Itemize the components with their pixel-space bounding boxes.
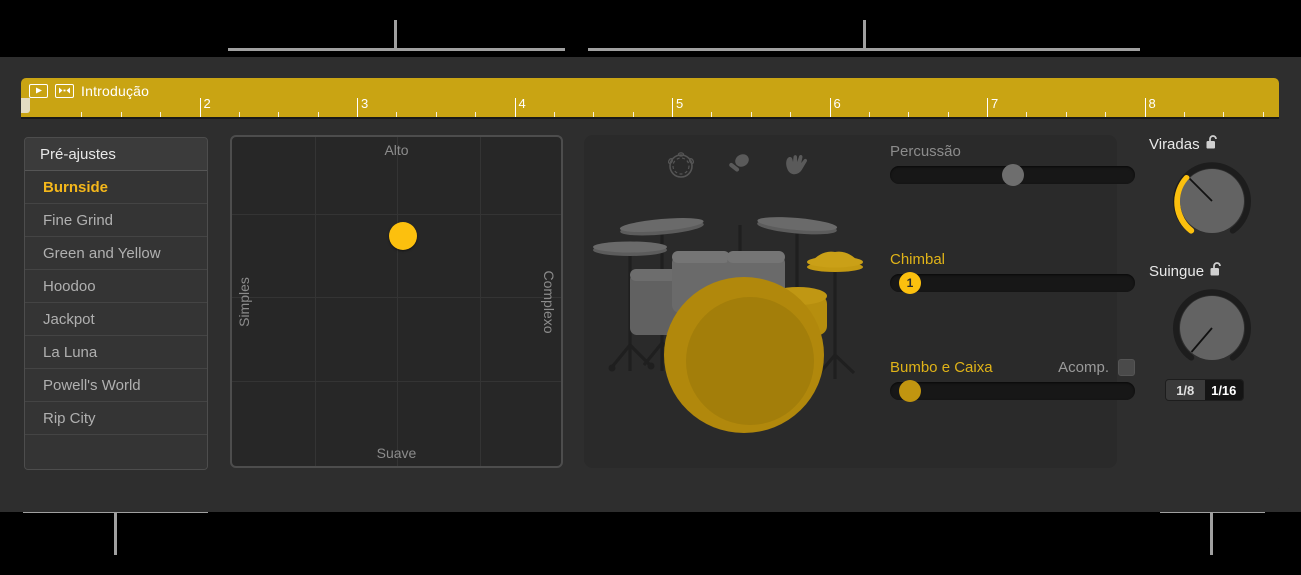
swing-division-option[interactable]: 1/16 bbox=[1204, 380, 1243, 400]
hi-hat-left[interactable] bbox=[593, 241, 667, 257]
preset-item[interactable]: Hoodoo bbox=[25, 270, 207, 303]
unlocked-padlock-icon[interactable] bbox=[1210, 262, 1223, 281]
bar-mark bbox=[672, 98, 673, 117]
clap-hand-icon[interactable] bbox=[780, 150, 810, 185]
slider-percussao: Percussão bbox=[890, 143, 1135, 186]
knob-title: Viradas bbox=[1149, 136, 1200, 153]
bar-number: 6 bbox=[833, 96, 841, 111]
bar-number: 5 bbox=[676, 96, 684, 111]
slider-thumb[interactable]: 1 bbox=[898, 272, 921, 294]
callout-top-right bbox=[588, 20, 1140, 51]
slider-track[interactable] bbox=[890, 164, 1135, 186]
xy-gridline-v bbox=[315, 137, 316, 466]
preset-item[interactable]: Powell's World bbox=[25, 369, 207, 402]
kick-drum[interactable] bbox=[664, 277, 824, 433]
timeline-ruler[interactable]: Introdução 2 3 4 5 6 7 8 bbox=[21, 78, 1279, 117]
xy-label-top: Alto bbox=[384, 142, 409, 158]
bar-number: 7 bbox=[991, 96, 999, 111]
percussion-icon-row bbox=[666, 150, 810, 185]
xy-gridline-h bbox=[232, 214, 561, 215]
swing-division-segmented-control[interactable]: 1/8 1/16 bbox=[1165, 379, 1244, 401]
accompaniment-checkbox[interactable] bbox=[1118, 359, 1135, 376]
drum-kit-panel: Percussão Chimbal 1 Bumbo e Caixa Acomp. bbox=[584, 135, 1135, 468]
slider-thumb[interactable] bbox=[898, 380, 921, 402]
slider-label: Chimbal bbox=[890, 251, 946, 268]
bar-number: 2 bbox=[203, 96, 211, 111]
preset-list[interactable]: Burnside Fine Grind Green and Yellow Hoodoo… bbox=[25, 171, 207, 435]
xy-label-left: Simples bbox=[236, 276, 252, 327]
bar-mark bbox=[199, 98, 201, 117]
swing-division-option[interactable]: 1/8 bbox=[1166, 380, 1205, 400]
slider-thumb[interactable] bbox=[1001, 164, 1024, 186]
screenshot-root: Introdução 2 3 4 5 6 7 8 Pré-ajustes Burnside F… bbox=[0, 0, 1301, 575]
callout-cap-left bbox=[228, 48, 231, 51]
callout-cap-left bbox=[588, 48, 591, 51]
slider-bumbo-e-caixa: Bumbo e Caixa Acomp. bbox=[890, 359, 1135, 402]
unlocked-padlock-icon[interactable] bbox=[1206, 135, 1219, 154]
tambourine-icon[interactable] bbox=[666, 150, 696, 185]
drummer-plugin-window: Introdução 2 3 4 5 6 7 8 Pré-ajustes Burnside F… bbox=[0, 57, 1301, 512]
preset-item[interactable]: Rip City bbox=[25, 402, 207, 435]
xy-label-right: Complexo bbox=[541, 269, 557, 334]
callout-cap-right bbox=[562, 48, 565, 51]
xy-gridline-h bbox=[232, 297, 561, 298]
preset-list-filler bbox=[25, 435, 207, 469]
preset-item[interactable]: Fine Grind bbox=[25, 204, 207, 237]
xy-puck[interactable] bbox=[389, 221, 418, 250]
knob-viradas[interactable] bbox=[1171, 160, 1253, 242]
slider-track[interactable] bbox=[890, 380, 1135, 402]
slider-label: Percussão bbox=[890, 143, 961, 160]
callout-stem bbox=[863, 20, 866, 51]
bar-mark bbox=[829, 98, 831, 117]
knob-label-suingue: Suingue bbox=[1149, 262, 1277, 281]
slider-track[interactable]: 1 bbox=[890, 272, 1135, 294]
bar-number: 4 bbox=[518, 96, 526, 111]
bar-mark bbox=[1144, 98, 1146, 117]
callout-stem bbox=[394, 20, 397, 51]
hi-hat-right[interactable] bbox=[807, 251, 863, 272]
knob-title: Suingue bbox=[1149, 263, 1205, 280]
bar-mark bbox=[514, 98, 516, 117]
knob-column: Viradas Suingue 1/8 1/16 bbox=[1149, 135, 1277, 401]
accompaniment-label: Acomp. bbox=[1058, 359, 1109, 376]
playhead-marker[interactable] bbox=[21, 98, 30, 113]
callout-stem bbox=[1210, 510, 1213, 555]
xy-gridline-v bbox=[480, 137, 481, 466]
preset-item[interactable]: La Luna bbox=[25, 336, 207, 369]
bar-mark bbox=[987, 98, 988, 117]
bar-number: 3 bbox=[361, 96, 369, 111]
shaker-icon[interactable] bbox=[723, 150, 753, 185]
bar-number: 8 bbox=[1148, 96, 1156, 111]
bar-mark bbox=[357, 98, 358, 117]
accompaniment-control[interactable]: Acomp. bbox=[1058, 359, 1135, 376]
callout-stem bbox=[114, 510, 117, 555]
ruler-ticks: 2 3 4 5 6 7 8 bbox=[21, 96, 1279, 117]
xy-label-bottom: Suave bbox=[376, 445, 417, 461]
plugin-content: Pré-ajustes Burnside Fine Grind Green and … bbox=[21, 119, 1279, 491]
slider-chimbal: Chimbal 1 bbox=[890, 251, 1135, 294]
preset-item[interactable]: Burnside bbox=[25, 171, 207, 204]
callout-top-left bbox=[228, 20, 565, 51]
xy-gridline-v bbox=[397, 137, 398, 466]
play-icon[interactable] bbox=[29, 83, 48, 98]
knob-suingue[interactable] bbox=[1171, 287, 1253, 369]
cycle-icon[interactable] bbox=[55, 83, 74, 98]
preset-item[interactable]: Jackpot bbox=[25, 303, 207, 336]
preset-list-panel: Pré-ajustes Burnside Fine Grind Green and … bbox=[24, 137, 208, 470]
preset-item[interactable]: Green and Yellow bbox=[25, 237, 207, 270]
xy-gridline-h bbox=[232, 381, 561, 382]
drum-kit-illustration[interactable] bbox=[592, 195, 882, 450]
region-title: Introdução bbox=[81, 82, 150, 99]
xy-performance-pad[interactable]: Alto Suave Simples Complexo bbox=[230, 135, 563, 468]
callout-cap-right bbox=[1137, 48, 1140, 51]
preset-list-header: Pré-ajustes bbox=[25, 138, 207, 171]
knob-label-viradas: Viradas bbox=[1149, 135, 1277, 154]
